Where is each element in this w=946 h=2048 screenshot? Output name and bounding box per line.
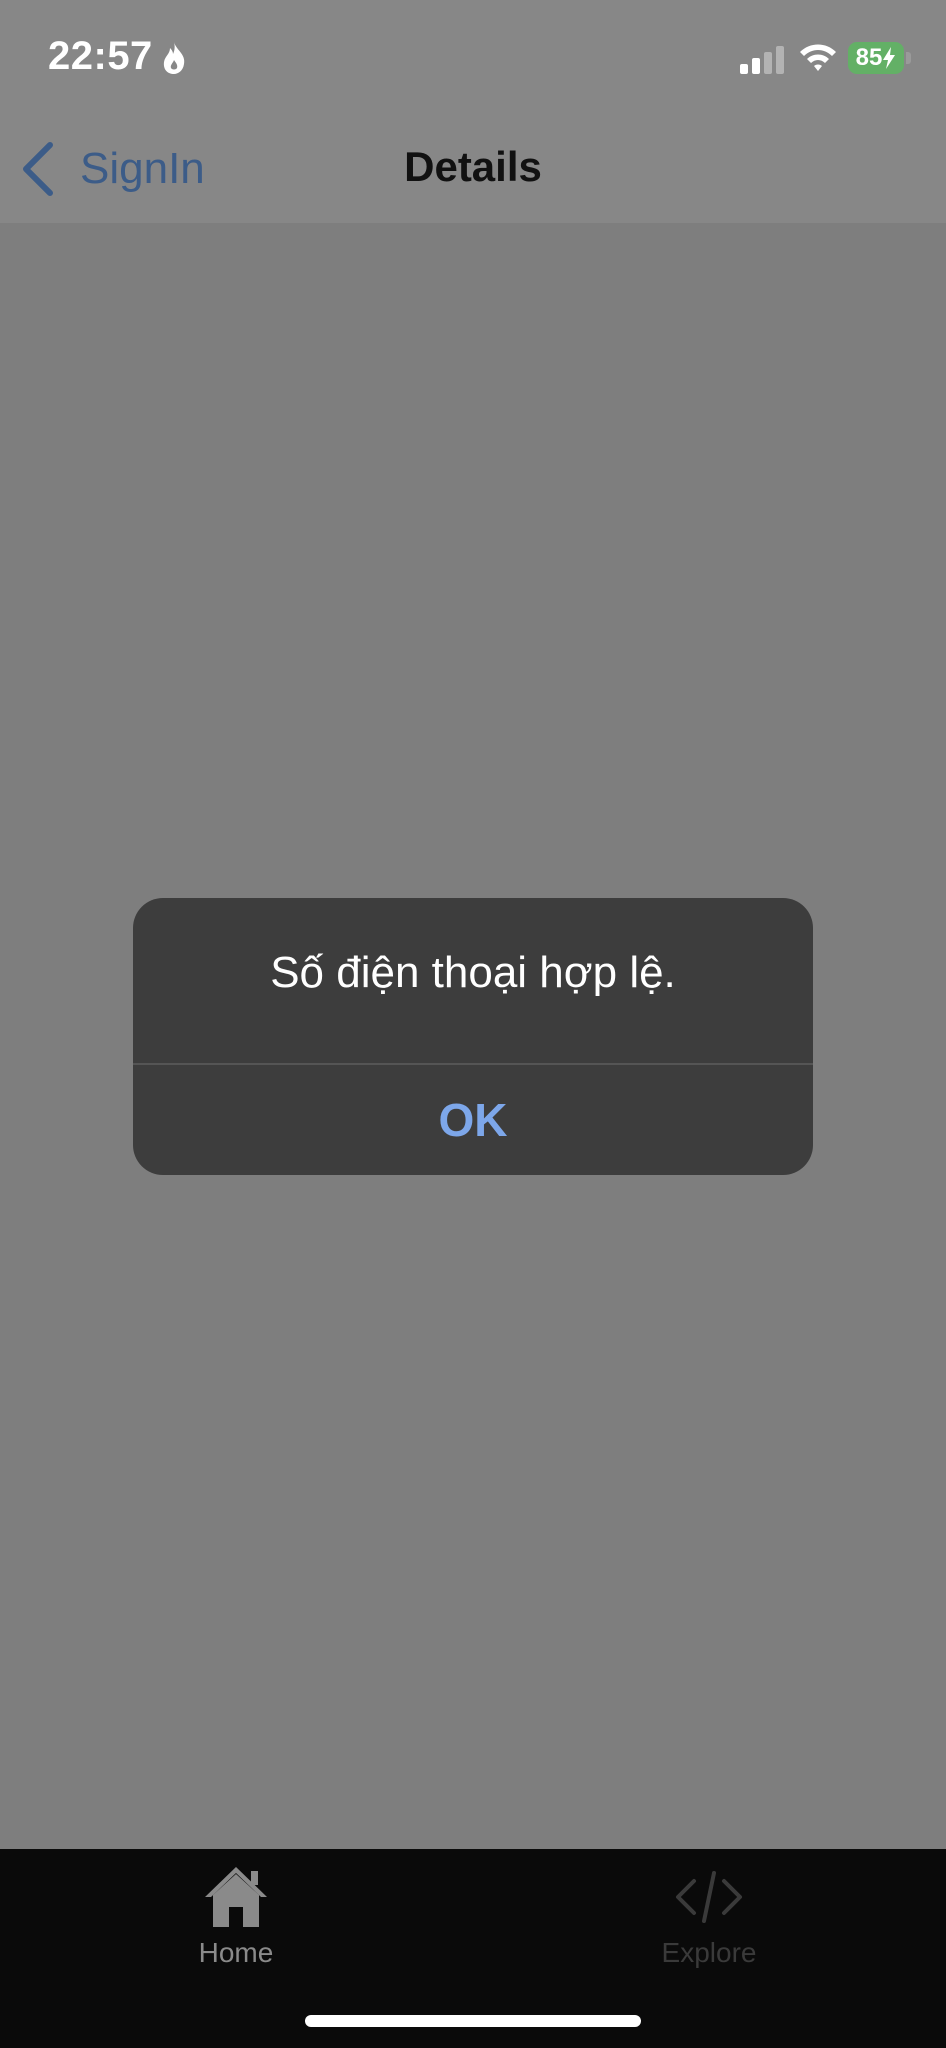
page-title: Details — [404, 143, 542, 190]
alert-message: Số điện thoại hợp lệ. — [270, 948, 676, 997]
tab-home[interactable]: Home — [136, 1863, 336, 1983]
ok-button[interactable]: OK — [133, 1065, 813, 1175]
tab-explore-label: Explore — [661, 1937, 757, 1968]
home-indicator[interactable] — [305, 2015, 641, 2027]
wifi-icon — [800, 44, 836, 71]
status-bar: 22:57 85 — [0, 0, 946, 115]
code-icon — [676, 1871, 742, 1923]
signal-icon — [740, 46, 784, 74]
tab-explore[interactable]: Explore — [609, 1863, 809, 1983]
battery-icon: 85 — [848, 42, 904, 74]
battery-tip — [906, 52, 911, 64]
status-time: 22:57 — [48, 34, 153, 78]
battery-level: 85 — [855, 44, 883, 71]
tab-home-label: Home — [198, 1937, 274, 1968]
house-icon — [205, 1867, 267, 1927]
alert-dialog: Số điện thoại hợp lệ. OK — [133, 898, 813, 1175]
navigation-bar: SignIn Details — [0, 115, 946, 223]
flame-icon — [163, 42, 185, 74]
screen: 22:57 85 SignIn Details Số điện thoại hợ… — [0, 0, 946, 2048]
charging-bolt-icon — [883, 47, 896, 69]
